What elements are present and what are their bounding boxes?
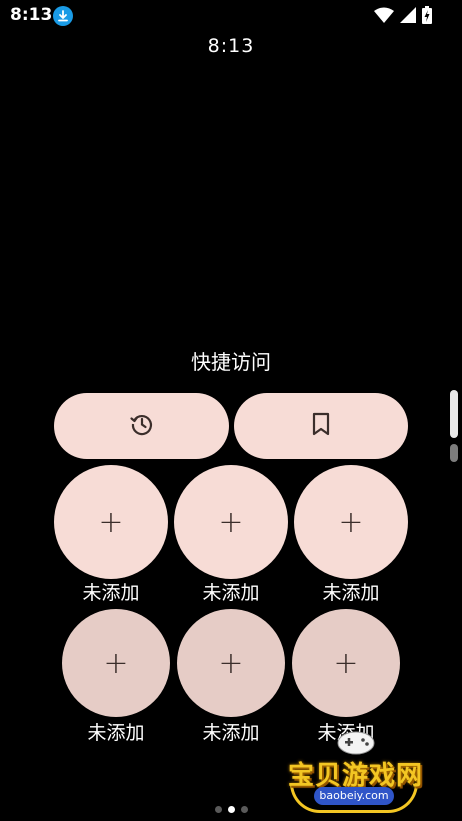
quick-access-title: 快捷访问 [191, 350, 271, 374]
add-slot-5-button[interactable]: + [177, 609, 285, 717]
add-slot-2-button[interactable]: + [174, 465, 288, 579]
cellular-signal-icon [400, 6, 416, 28]
clock: 8:13 [207, 35, 255, 57]
battery-charging-icon [422, 6, 432, 28]
add-slot-4-button[interactable]: + [62, 609, 170, 717]
plus-icon: + [333, 645, 359, 681]
status-bar: 8:13 [0, 0, 462, 32]
download-icon [53, 6, 73, 26]
slot-label: 未添加 [87, 722, 145, 744]
bookmark-icon [310, 411, 332, 441]
plus-icon: + [218, 504, 244, 540]
add-slot-3-button[interactable]: + [294, 465, 408, 579]
plus-icon: + [103, 645, 129, 681]
history-button[interactable] [54, 393, 229, 459]
wifi-icon [374, 7, 394, 28]
scroll-handle[interactable] [450, 390, 458, 438]
add-slot-1-button[interactable]: + [54, 465, 168, 579]
slot-label: 未添加 [82, 582, 140, 604]
watermark-logo: 宝贝游戏网 baobeiy.com [284, 725, 434, 817]
slot-label: 未添加 [202, 722, 260, 744]
plus-icon: + [218, 645, 244, 681]
page-dot[interactable] [214, 806, 222, 813]
slot-label: 未添加 [322, 582, 380, 604]
add-slot-6-button[interactable]: + [292, 609, 400, 717]
history-icon [129, 411, 155, 441]
page-dot[interactable] [240, 806, 248, 813]
slot-label: 未添加 [202, 582, 260, 604]
scroll-handle-secondary[interactable] [450, 444, 458, 462]
plus-icon: + [98, 504, 124, 540]
page-dot-active[interactable] [227, 806, 235, 813]
bookmark-button[interactable] [234, 393, 408, 459]
watermark-url: baobeiy.com [314, 787, 394, 805]
status-time: 8:13 [10, 5, 53, 25]
plus-icon: + [338, 504, 364, 540]
